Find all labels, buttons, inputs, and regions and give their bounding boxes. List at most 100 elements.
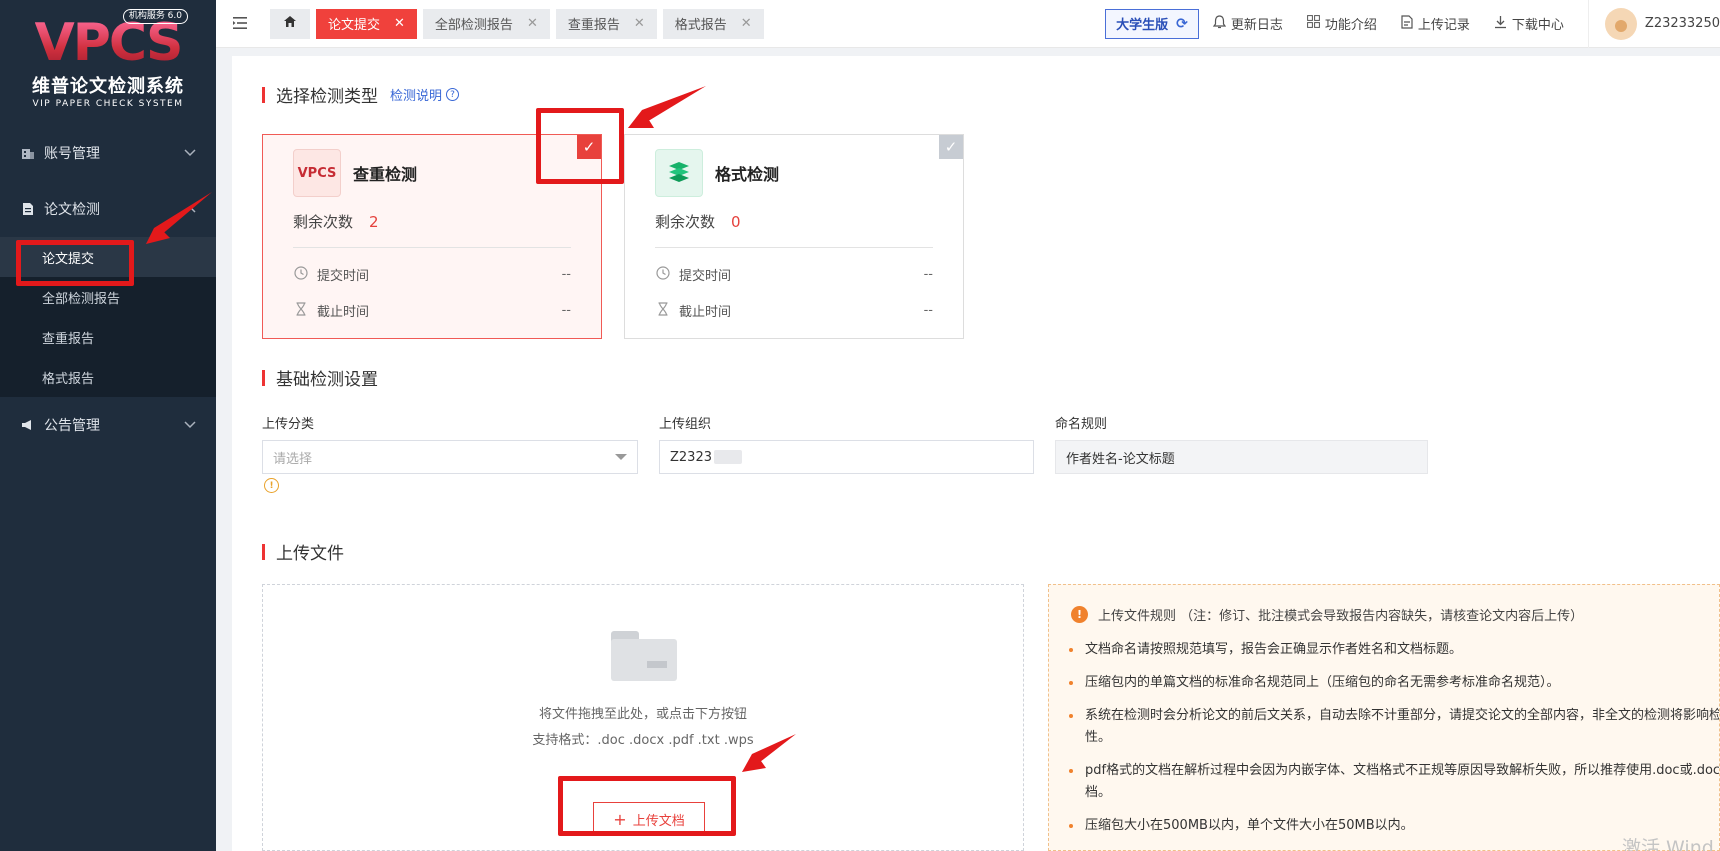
rule-item: 压缩包内的单篇文档的标准命名规范同上（压缩包的命名无需参考标准命名规范）。 — [1069, 672, 1719, 694]
edition-switch[interactable]: 大学生版 ⟳ — [1105, 8, 1199, 39]
submit-time-value: -- — [561, 267, 571, 282]
menu-paper-check[interactable]: 论文检测 — [0, 181, 216, 237]
checkmark-icon: ✓ — [939, 135, 963, 159]
upload-category-select[interactable]: 请选择 — [262, 440, 638, 474]
refresh-icon: ⟳ — [1176, 15, 1188, 32]
upload-records-link[interactable]: 上传记录 — [1401, 14, 1470, 33]
deadline-value: -- — [923, 303, 933, 318]
chevron-down-icon — [184, 147, 196, 160]
building-icon — [20, 145, 36, 161]
section-check-type: 选择检测类型 检测说明 ? — [262, 82, 460, 107]
home-icon — [283, 15, 297, 32]
main-content: 选择检测类型 检测说明 ? ✓ VPCS 查重检测 剩余次数 2 提交时间 -- … — [232, 56, 1720, 851]
folder-icon — [611, 631, 677, 681]
top-bar-actions: 大学生版 ⟳ 更新日志 功能介绍 上传记录 下载中心 Z23233250 — [1105, 0, 1720, 48]
file-dropzone[interactable]: 将文件拖拽至此处，或点击下方按钮 支持格式：.doc .docx .pdf .t… — [262, 584, 1024, 851]
tab-label: 全部检测报告 — [434, 18, 513, 33]
upload-rules-panel: ! 上传文件规则 （注：修订、批注模式会导致报告内容缺失，请核查论文内容后上传）… — [1048, 584, 1720, 851]
remaining-label: 剩余次数 — [655, 213, 716, 231]
chevron-down-icon — [184, 419, 196, 432]
remaining-value: 2 — [369, 213, 379, 231]
close-icon[interactable]: ✕ — [741, 16, 752, 31]
tab-paper-submit[interactable]: 论文提交 ✕ — [316, 8, 417, 39]
sidebar-item-all-reports[interactable]: 全部检测报告 — [0, 277, 216, 317]
user-menu[interactable]: Z23233250 — [1587, 0, 1720, 48]
card-title: 格式检测 — [715, 165, 780, 184]
submit-time-row: 提交时间 -- — [655, 265, 933, 284]
brand-logo: 机构服务 6.0 VPCS 维普论文检测系统 VIP PAPER CHECK S… — [0, 0, 216, 125]
download-center-label: 下载中心 — [1511, 18, 1564, 33]
upload-org-field[interactable]: Z2323 — [659, 440, 1034, 474]
megaphone-icon — [20, 417, 36, 433]
upload-document-button[interactable]: + 上传文档 — [593, 802, 705, 836]
hourglass-icon — [655, 301, 671, 320]
avatar — [1604, 7, 1637, 40]
close-icon[interactable]: ✕ — [527, 16, 538, 31]
tab-format-reports[interactable]: 格式报告 ✕ — [662, 8, 764, 39]
changelog-link[interactable]: 更新日志 — [1212, 14, 1283, 33]
divider — [293, 247, 571, 248]
deadline-label: 截止时间 — [317, 305, 370, 320]
logo-badge: 机构服务 6.0 — [122, 9, 188, 24]
question-icon: ? — [446, 88, 460, 101]
tab-dup-reports[interactable]: 查重报告 ✕ — [555, 8, 657, 39]
logo-mark: VPCS — [34, 12, 184, 73]
plus-icon: + — [613, 809, 627, 829]
os-activation-watermark: 激活 Wind — [1622, 837, 1714, 851]
rule-item: 系统在检测时会分析论文的前后文关系，自动去除不计重部分，请提交论文的全部内容，非… — [1069, 705, 1719, 749]
remaining-count: 剩余次数 0 — [655, 211, 741, 232]
menu-notice-label: 公告管理 — [44, 418, 100, 434]
menu-notice[interactable]: 公告管理 — [0, 397, 216, 453]
rule-item: pdf格式的文档在解析过程中会因为内嵌字体、文档格式不正规等原因导致解析失败，所… — [1069, 760, 1719, 804]
close-icon[interactable]: ✕ — [394, 16, 405, 31]
drop-hint: 将文件拖拽至此处，或点击下方按钮 — [538, 707, 747, 722]
submit-time-value: -- — [923, 267, 933, 282]
menu-account[interactable]: 账号管理 — [0, 125, 216, 181]
sidebar-item-submit[interactable]: 论文提交 — [0, 237, 216, 277]
select-placeholder: 请选择 — [273, 451, 313, 467]
record-icon — [1401, 14, 1413, 33]
upload-button-label: 上传文档 — [632, 813, 685, 829]
divider — [655, 247, 933, 248]
deadline-value: -- — [561, 303, 571, 318]
naming-rule-field: 作者姓名-论文标题 — [1055, 440, 1428, 474]
edition-label: 大学生版 — [1116, 18, 1169, 33]
section-title: 上传文件 — [276, 544, 344, 564]
check-help-label: 检测说明 — [390, 89, 443, 104]
menu-paper-check-label: 论文检测 — [44, 202, 100, 218]
menu-collapse-icon[interactable] — [222, 14, 258, 33]
format-logo-icon — [655, 149, 703, 197]
upload-records-label: 上传记录 — [1417, 18, 1470, 33]
card-header: VPCS 查重检测 — [293, 149, 417, 197]
check-card-duplicate[interactable]: ✓ VPCS 查重检测 剩余次数 2 提交时间 -- 截止时间 -- — [262, 134, 602, 339]
tab-home[interactable] — [270, 8, 310, 39]
rules-list: 文档命名请按照规范填写，报告会正确显示作者姓名和文档标题。 压缩包内的单篇文档的… — [1069, 639, 1719, 848]
download-center-link[interactable]: 下载中心 — [1494, 14, 1564, 33]
tab-all-reports[interactable]: 全部检测报告 ✕ — [422, 8, 550, 39]
close-icon[interactable]: ✕ — [634, 16, 645, 31]
card-header: 格式检测 — [655, 149, 779, 197]
sidebar-item-format-reports[interactable]: 格式报告 — [0, 357, 216, 397]
rules-header: ! 上传文件规则 （注：修订、批注模式会导致报告内容缺失，请核查论文内容后上传） — [1071, 605, 1583, 624]
check-card-format[interactable]: ✓ 格式检测 剩余次数 0 提交时间 -- 截止时间 -- — [624, 134, 964, 339]
check-help-link[interactable]: 检测说明 ? — [390, 85, 460, 104]
chevron-up-icon — [184, 203, 196, 216]
vpcs-logo-icon: VPCS — [293, 149, 341, 197]
document-icon — [20, 201, 36, 217]
tab-label: 格式报告 — [674, 18, 727, 33]
warning-icon: ! — [264, 478, 279, 493]
upload-org-label: 上传组织 — [659, 417, 712, 432]
section-title: 选择检测类型 — [276, 87, 378, 107]
logo-subtitle: VIP PAPER CHECK SYSTEM — [32, 98, 184, 109]
alert-icon: ! — [1071, 606, 1088, 623]
download-icon — [1494, 15, 1507, 33]
naming-rule-value: 作者姓名-论文标题 — [1066, 451, 1175, 467]
checkmark-icon: ✓ — [577, 135, 601, 159]
clock-icon — [293, 265, 309, 284]
deadline-row: 截止时间 -- — [293, 301, 571, 320]
clock-icon — [655, 265, 671, 284]
tab-label: 查重报告 — [567, 18, 620, 33]
sidebar-item-dup-reports[interactable]: 查重报告 — [0, 317, 216, 357]
grid-icon — [1306, 15, 1320, 32]
features-link[interactable]: 功能介绍 — [1306, 14, 1377, 33]
